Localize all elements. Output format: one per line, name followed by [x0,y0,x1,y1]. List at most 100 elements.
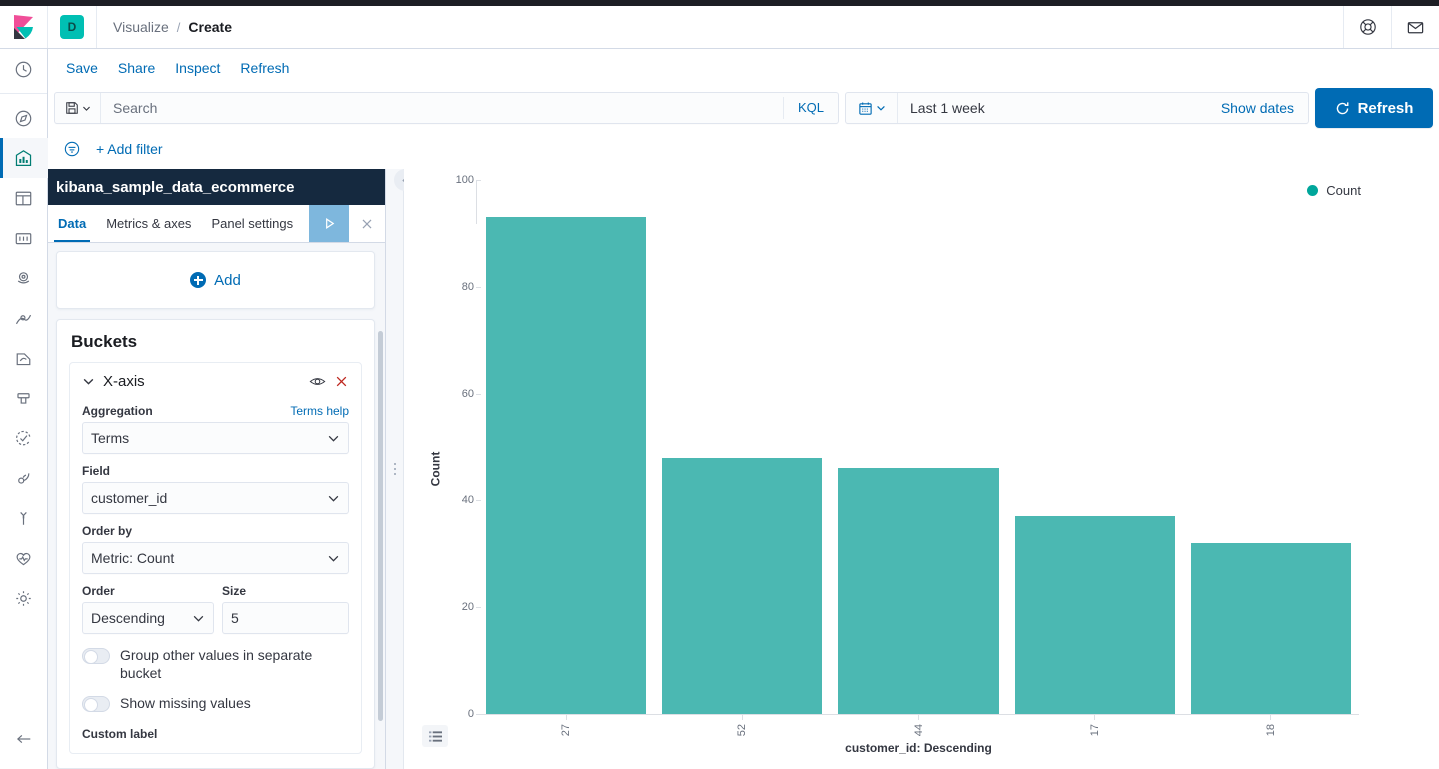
bar-column[interactable] [478,180,654,714]
save-button[interactable]: Save [58,56,106,80]
bar[interactable] [838,468,998,714]
x-tick-label: 52 [736,724,748,736]
envelope-icon [1406,18,1425,37]
news-feed-button[interactable] [1391,6,1439,48]
tab-data[interactable]: Data [48,205,96,242]
show-dates-button[interactable]: Show dates [1221,100,1308,116]
bar[interactable] [662,458,822,714]
collapse-bucket-button[interactable] [82,375,95,388]
add-filter-button[interactable]: + Add filter [92,141,163,157]
sidebar-item-dev-tools[interactable] [0,498,48,538]
search-input[interactable] [101,100,783,116]
toggle-bucket-visibility-button[interactable] [309,374,326,389]
bar-chart-icon [14,149,33,168]
space-switcher[interactable]: D [48,6,97,48]
toggle-legend-button[interactable] [422,725,448,747]
bar[interactable] [1191,543,1351,714]
refresh-button[interactable]: Refresh [1315,88,1433,128]
chevron-down-icon [82,104,91,113]
saved-query-button[interactable] [55,93,101,123]
kibana-logo[interactable] [0,6,48,48]
gear-icon [14,589,33,608]
editor-body: Add Buckets X-axis [48,243,385,769]
x-tick-mark [742,715,743,720]
field-value: customer_id [91,490,327,506]
sidebar-item-discover[interactable] [0,98,48,138]
add-metric-button[interactable]: Add [190,272,241,289]
tab-metrics-and-axes[interactable]: Metrics & axes [96,205,201,242]
refresh-nav-button[interactable]: Refresh [232,56,297,80]
bar[interactable] [486,217,646,714]
bar-column[interactable] [830,180,1006,714]
show-missing-values-row[interactable]: Show missing values [82,694,349,712]
order-select[interactable]: Descending [82,602,214,634]
sidebar-item-machine-learning[interactable] [0,298,48,338]
bar-column[interactable] [1183,180,1359,714]
x-axis-title: customer_id: Descending [478,741,1359,755]
terms-help-link[interactable]: Terms help [290,404,349,418]
filter-options-button[interactable] [56,135,88,163]
sidebar-item-canvas[interactable] [0,218,48,258]
uptime-icon [14,429,33,448]
close-icon [334,374,349,389]
x-tick-label: 27 [560,724,572,736]
breadcrumb-item-visualize[interactable]: Visualize [113,19,169,35]
date-range-value[interactable]: Last 1 week [898,100,1221,116]
kibana-visualize-create-page: D Visualize / Create [0,0,1439,769]
aggregation-select[interactable]: Terms [82,422,349,454]
order-by-label: Order by [82,524,132,538]
play-icon [322,216,337,231]
size-input[interactable] [222,602,349,634]
show-missing-values-toggle[interactable] [82,696,110,712]
buckets-card: Buckets X-axis [56,319,375,769]
breadcrumb: Visualize / Create [97,6,232,48]
help-button[interactable] [1343,6,1391,48]
sidebar-item-apm[interactable] [0,458,48,498]
tab-panel-settings[interactable]: Panel settings [201,205,303,242]
close-icon [360,217,374,231]
bar[interactable] [1015,516,1175,714]
editor-resize-handle[interactable] [386,169,404,769]
editor-scrollbar[interactable] [378,331,383,721]
y-tick-label: 40 [462,494,474,506]
bar-column[interactable] [654,180,830,714]
discard-changes-button[interactable] [349,205,385,242]
inspect-button[interactable]: Inspect [167,56,228,80]
apm-icon [14,469,33,488]
sidebar-item-uptime[interactable] [0,418,48,458]
bar-column[interactable] [1007,180,1183,714]
remove-bucket-button[interactable] [334,374,349,389]
x-tick-mark [566,715,567,720]
space-badge: D [60,15,84,39]
date-picker: Last 1 week Show dates [845,92,1309,124]
bucket-agg-header: X-axis [82,373,349,390]
chevron-down-icon [192,612,205,625]
sidebar-item-logs[interactable] [0,378,48,418]
arrow-left-icon [15,732,33,746]
sidebar-item-recently-viewed[interactable] [0,49,48,89]
query-language-button[interactable]: KQL [783,97,838,119]
sidebar-item-graph[interactable] [0,338,48,378]
order-and-size-row: Order Descending Size [82,584,349,634]
y-tick-label: 60 [462,388,474,400]
bucket-agg-label: X-axis [103,373,301,390]
group-other-values-toggle[interactable] [82,648,110,664]
sidebar-item-management[interactable] [0,578,48,618]
size-field: Size [222,584,349,634]
date-quick-select-button[interactable] [846,93,898,123]
share-button[interactable]: Share [110,56,163,80]
sidebar-item-monitoring[interactable] [0,538,48,578]
group-other-values-row[interactable]: Group other values in separate bucket [82,646,349,682]
order-by-select[interactable]: Metric: Count [82,542,349,574]
y-tick-label: 80 [462,281,474,293]
sidebar-item-dashboard[interactable] [0,178,48,218]
sidebar-item-visualize[interactable] [0,138,48,178]
apply-changes-button[interactable] [309,205,349,242]
bars-container [478,180,1359,714]
field-select[interactable]: customer_id [82,482,349,514]
breadcrumb-item-create[interactable]: Create [188,19,232,35]
refresh-icon [1335,101,1350,116]
collapse-navigation-button[interactable] [0,719,48,759]
sidebar-item-maps[interactable] [0,258,48,298]
editor-tabs: Data Metrics & axes Panel settings [48,205,385,243]
